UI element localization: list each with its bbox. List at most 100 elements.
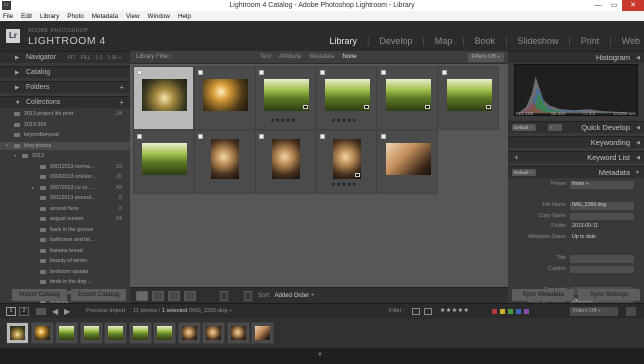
collection-item[interactable]: back in the groove — [0, 226, 130, 235]
sort-direction-icon[interactable] — [244, 291, 252, 301]
grid-cell[interactable] — [438, 66, 499, 130]
folders-panel-header[interactable]: ▶ Folders + — [0, 81, 130, 93]
spray-can-icon[interactable] — [220, 291, 228, 301]
filter-metadata-tab[interactable]: Metadata — [309, 51, 334, 64]
filmstrip-thumb[interactable] — [79, 322, 103, 344]
collection-item[interactable]: 09112013 around... 8 — [0, 194, 130, 203]
color-label-square[interactable] — [516, 309, 521, 314]
photo-thumbnail[interactable] — [211, 139, 239, 179]
collection-item[interactable]: ▾ 2013 — [0, 152, 130, 161]
quick-develop-select-dropdown[interactable]: ÷ — [548, 124, 562, 131]
filmstrip-thumb[interactable] — [226, 322, 250, 344]
filter-attribute-tab[interactable]: Attribute — [279, 51, 301, 64]
filter-text-tab[interactable]: Text — [260, 51, 271, 64]
star-rating[interactable]: ★★★★★ — [331, 118, 357, 124]
menu-metadata[interactable]: Metadata — [92, 13, 118, 20]
collection-item[interactable]: 09062013 snicker... 20 — [0, 173, 130, 182]
collection-item[interactable]: around here 8 — [0, 205, 130, 214]
menu-window[interactable]: Window — [148, 13, 170, 20]
pick-flag-icon[interactable] — [442, 70, 447, 75]
flag-filter-icon[interactable] — [412, 308, 420, 315]
collection-item[interactable]: 2013 project life print 24 — [0, 110, 130, 119]
grid-cell[interactable] — [194, 130, 255, 194]
photo-thumbnail[interactable] — [203, 79, 248, 111]
metadata-field-value[interactable]: IMG_2360.dng — [570, 202, 634, 210]
pick-flag-icon[interactable] — [137, 134, 142, 139]
filter-none-tab[interactable]: None — [342, 51, 356, 64]
collection-item[interactable]: ▾ blog photos — [0, 141, 130, 151]
sync-metadata-button[interactable]: Sync Metadata — [512, 289, 574, 301]
pick-flag-icon[interactable] — [259, 70, 264, 75]
sort-control[interactable]: Sort: Added Order ÷ — [258, 290, 314, 302]
page-2-button[interactable]: 2 — [19, 307, 29, 316]
pick-flag-icon[interactable] — [381, 134, 386, 139]
grid-cell[interactable] — [255, 130, 316, 194]
metadata-field-value[interactable]: Up to date — [570, 234, 634, 242]
metadata-badge-icon[interactable] — [364, 105, 369, 109]
filmstrip-thumb[interactable] — [202, 322, 225, 344]
metadata-preset-dropdown[interactable]: Default ÷ — [512, 169, 536, 176]
filter-preset-dropdown[interactable]: Filters Off ÷ — [467, 53, 504, 62]
color-label-square[interactable] — [524, 309, 529, 314]
quick-develop-preset-dropdown[interactable]: Default ÷ — [512, 124, 536, 131]
module-library[interactable]: Library — [329, 36, 357, 46]
add-collection-icon[interactable]: + — [119, 97, 124, 109]
grid-view-icon[interactable] — [136, 291, 148, 301]
collapse-triangle-icon[interactable]: ▾ — [6, 142, 8, 151]
menu-view[interactable]: View — [126, 13, 140, 20]
filmstrip-filter-dropdown[interactable]: Filters Off ÷ — [570, 307, 618, 316]
metadata-badge-icon[interactable] — [425, 105, 430, 109]
sync-settings-button[interactable]: Sync Settings — [578, 289, 640, 301]
collection-item[interactable]: beyondbeyond — [0, 131, 130, 140]
loupe-view-icon[interactable] — [152, 291, 164, 301]
collection-item[interactable]: bedroom update — [0, 268, 130, 277]
survey-view-icon[interactable] — [184, 291, 196, 301]
photo-thumbnail[interactable] — [142, 79, 187, 111]
navigator-zoom-options[interactable]: FIT FILL 1:1 1:16 ÷ — [68, 52, 121, 64]
filmstrip-thumb[interactable] — [251, 322, 274, 344]
flag-filter-icon[interactable] — [424, 308, 432, 315]
pick-flag-icon[interactable] — [137, 70, 142, 75]
catalog-panel-header[interactable]: ▶ Catalog — [0, 66, 130, 78]
compare-view-icon[interactable] — [168, 291, 180, 301]
metadata-badge-icon[interactable] — [486, 105, 491, 109]
expand-triangle-icon[interactable]: ▸ — [32, 184, 34, 193]
star-rating[interactable]: ★★★★★ — [270, 118, 296, 124]
star-rating[interactable]: ★★★★★ — [331, 182, 357, 188]
keyword-list-panel-header[interactable]: + Keyword List ◀ — [508, 151, 644, 163]
forward-arrow-icon[interactable]: ▶ — [64, 305, 70, 318]
filmstrip-source[interactable]: Previous Import 11 photos / 1 selected /… — [86, 304, 232, 319]
import-catalog-button[interactable]: Import Catalog — [12, 289, 67, 301]
collection-item[interactable]: bathroom and be... — [0, 236, 130, 245]
filmstrip-thumb[interactable] — [6, 322, 29, 344]
navigator-panel-header[interactable]: ▶ Navigator FIT FILL 1:1 1:16 ÷ — [0, 51, 130, 63]
pick-flag-icon[interactable] — [381, 70, 386, 75]
grid-cell[interactable] — [194, 66, 255, 130]
filmstrip-thumb[interactable] — [153, 322, 176, 344]
collection-item[interactable]: ▸ 09072013 cu vs. ... 43 — [0, 184, 130, 193]
grid-cell[interactable] — [377, 130, 438, 194]
grid-cell[interactable]: ★★★★★ — [316, 66, 377, 130]
metadata-badge-icon[interactable] — [355, 173, 360, 177]
minimize-icon[interactable]: — — [590, 0, 606, 11]
module-book[interactable]: Book — [475, 36, 496, 46]
maximize-icon[interactable]: ▭ — [606, 0, 622, 11]
grid-cell[interactable]: ★★★★★ — [316, 130, 377, 194]
module-slideshow[interactable]: Slideshow — [517, 36, 558, 46]
color-label-square[interactable] — [508, 309, 513, 314]
module-develop[interactable]: Develop — [379, 36, 412, 46]
collapse-bottom-panel-icon[interactable]: ▼ — [317, 352, 323, 358]
collections-panel-header[interactable]: ▼ Collections + — [0, 96, 130, 108]
filmstrip-thumb[interactable] — [104, 322, 127, 344]
collapse-triangle-icon[interactable]: ▾ — [14, 152, 16, 161]
export-catalog-button[interactable]: Export Catalog — [71, 289, 126, 301]
color-label-square[interactable] — [492, 309, 497, 314]
color-label-square[interactable] — [500, 309, 505, 314]
filmstrip-thumb[interactable] — [30, 322, 54, 344]
metadata-field-value[interactable] — [570, 212, 634, 221]
pick-flag-icon[interactable] — [320, 70, 325, 75]
metadata-field-value[interactable]: 2013-09-11 — [570, 223, 634, 231]
menu-edit[interactable]: Edit — [21, 13, 32, 20]
quick-develop-panel-header[interactable]: Default ÷ ÷ Quick Develop ◀ — [508, 121, 644, 133]
grid-cell[interactable] — [133, 130, 194, 194]
